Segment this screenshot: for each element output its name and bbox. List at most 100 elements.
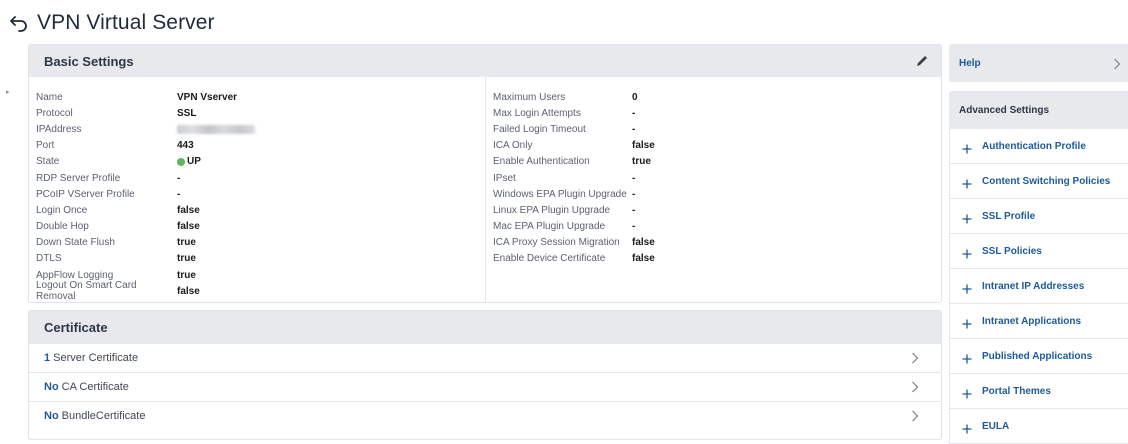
setting-value: SSL — [177, 107, 197, 119]
advanced-item-ssl-profile[interactable]: SSL Profile — [949, 199, 1128, 234]
advanced-item-content-switching-policies[interactable]: Content Switching Policies — [949, 164, 1128, 199]
redacted-ip-address — [177, 124, 255, 134]
state-value: UP — [187, 156, 201, 168]
setting-value: true — [177, 253, 196, 265]
setting-value: false — [632, 237, 655, 249]
setting-row-linux-epa-plugin-upgrade: Linux EPA Plugin Upgrade - — [493, 202, 933, 218]
setting-label: IPAddress — [36, 123, 82, 135]
setting-value: VPN Vserver — [177, 91, 238, 103]
advanced-item-label: SSL Policies — [982, 245, 1042, 257]
setting-value: - — [177, 172, 181, 184]
setting-label: Enable Authentication — [493, 156, 590, 168]
setting-row-state: State UP — [36, 154, 484, 170]
basic-settings-left-column: Name VPN Vserver Protocol SSL IPAddress Port 4… — [36, 89, 484, 303]
advanced-settings-panel: Advanced Settings Authentication Profile… — [949, 91, 1128, 444]
setting-label: ICA Proxy Session Migration — [493, 237, 620, 249]
cert-row-text: No BundleCertificate — [44, 410, 145, 422]
plus-icon — [962, 211, 972, 224]
setting-value: false — [177, 221, 200, 233]
advanced-item-intranet-ip-addresses[interactable]: Intranet IP Addresses — [949, 269, 1128, 304]
back-arrow-icon[interactable] — [8, 12, 30, 34]
advanced-item-authentication-profile[interactable]: Authentication Profile — [949, 129, 1128, 164]
setting-label: DTLS — [36, 253, 62, 265]
cert-row-ca-certificate[interactable]: No CA Certificate — [29, 372, 941, 401]
setting-value: UP — [177, 156, 201, 167]
plus-icon — [962, 141, 972, 154]
advanced-item-ssl-policies[interactable]: SSL Policies — [949, 234, 1128, 269]
setting-value: false — [632, 253, 655, 265]
advanced-item-intranet-applications[interactable]: Intranet Applications — [949, 304, 1128, 339]
certificate-rows: 1 Server Certificate No CA Certificate No Bun… — [29, 343, 941, 430]
cert-count: No — [44, 381, 59, 393]
setting-value: true — [632, 156, 651, 168]
setting-label: Windows EPA Plugin Upgrade — [493, 188, 627, 200]
setting-row-protocol: Protocol SSL — [36, 105, 484, 121]
setting-row-double-hop: Double Hop false — [36, 219, 484, 235]
setting-value: false — [177, 285, 200, 297]
setting-label: IPset — [493, 172, 516, 184]
setting-row-max-login-attempts: Max Login Attempts - — [493, 105, 933, 121]
plus-icon — [962, 281, 972, 294]
setting-row-rdp-server-profile: RDP Server Profile - — [36, 170, 484, 186]
setting-label: Down State Flush — [36, 237, 115, 249]
basic-settings-title: Basic Settings — [44, 53, 134, 69]
cert-row-text: No CA Certificate — [44, 381, 129, 393]
page-title: VPN Virtual Server — [37, 11, 215, 34]
plus-icon — [962, 176, 972, 189]
setting-label: State — [36, 156, 60, 168]
setting-value: false — [177, 204, 200, 216]
setting-value: true — [177, 237, 196, 249]
plus-icon — [962, 386, 972, 399]
advanced-item-label: Content Switching Policies — [982, 175, 1111, 187]
setting-row-port: Port 443 — [36, 138, 484, 154]
advanced-item-label: Intranet IP Addresses — [982, 280, 1085, 292]
setting-value: - — [632, 172, 636, 184]
cert-row-text: 1 Server Certificate — [44, 352, 138, 364]
cert-label: BundleCertificate — [61, 410, 146, 422]
cert-row-server-certificate[interactable]: 1 Server Certificate — [29, 343, 941, 372]
page-header: VPN Virtual Server — [8, 10, 215, 36]
plus-icon — [962, 421, 972, 434]
advanced-item-label: Portal Themes — [982, 385, 1051, 397]
setting-row-enable-device-certificate: Enable Device Certificate false — [493, 251, 933, 267]
setting-label: Login Once — [36, 204, 88, 216]
setting-label: Protocol — [36, 107, 73, 119]
help-panel[interactable]: Help — [949, 44, 1128, 82]
setting-row-pcoip-vserver-profile: PCoIP VServer Profile - — [36, 186, 484, 202]
setting-label: Enable Device Certificate — [493, 253, 606, 265]
advanced-item-portal-themes[interactable]: Portal Themes — [949, 374, 1128, 409]
cert-label: Server Certificate — [53, 352, 139, 364]
advanced-item-published-applications[interactable]: Published Applications — [949, 339, 1128, 374]
setting-value: - — [632, 107, 636, 119]
setting-value: 443 — [177, 140, 194, 152]
setting-value: true — [177, 269, 196, 281]
advanced-settings-list: Authentication Profile Content Switching … — [949, 129, 1128, 444]
cert-count: 1 — [44, 352, 51, 364]
cert-row-bundlecertificate[interactable]: No BundleCertificate — [29, 401, 941, 430]
cert-count: No — [44, 410, 59, 422]
setting-row-logout-on-smart-card-removal: Logout On Smart Card Removal false — [36, 280, 484, 303]
setting-value: false — [632, 140, 655, 152]
chevron-right-icon — [911, 381, 919, 393]
setting-label: Linux EPA Plugin Upgrade — [493, 204, 611, 216]
setting-row-name: Name VPN Vserver — [36, 89, 484, 105]
basic-settings-body: Name VPN Vserver Protocol SSL IPAddress Port 4… — [29, 77, 941, 302]
plus-icon — [962, 351, 972, 364]
setting-row-enable-authentication: Enable Authentication true — [493, 154, 933, 170]
plus-icon — [962, 316, 972, 329]
cert-label: CA Certificate — [61, 381, 129, 393]
setting-value: - — [632, 123, 636, 135]
setting-label: RDP Server Profile — [36, 172, 121, 184]
setting-row-windows-epa-plugin-upgrade: Windows EPA Plugin Upgrade - — [493, 186, 933, 202]
certificate-header: Certificate — [29, 311, 941, 343]
pencil-icon[interactable] — [915, 54, 929, 68]
collapse-marker-icon[interactable]: ▸ — [6, 88, 10, 96]
chevron-right-icon — [911, 352, 919, 364]
column-divider — [485, 77, 486, 302]
setting-label: PCoIP VServer Profile — [36, 188, 135, 200]
setting-row-down-state-flush: Down State Flush true — [36, 235, 484, 251]
setting-label: Logout On Smart Card Removal — [36, 280, 137, 303]
plus-icon — [962, 246, 972, 259]
setting-label: Maximum Users — [493, 91, 566, 103]
status-up-dot-icon — [177, 157, 185, 166]
